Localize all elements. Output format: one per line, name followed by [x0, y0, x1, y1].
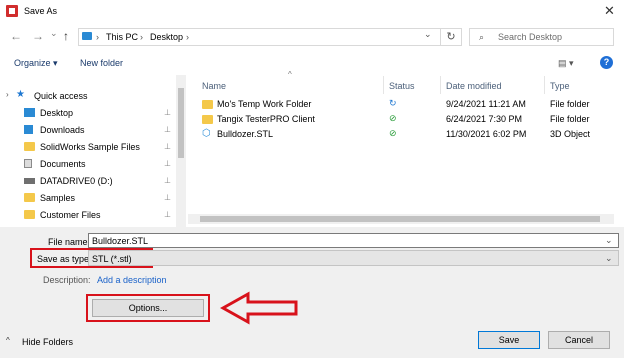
pin-icon: ⊥	[164, 159, 171, 168]
file-type: File folder	[550, 99, 590, 109]
save-as-type-value: STL (*.stl)	[92, 254, 132, 264]
sidebar-item-datadrive[interactable]: DATADRIVE0 (D:) ⊥	[14, 173, 176, 190]
folder-icon	[24, 210, 35, 219]
app-icon	[6, 5, 18, 17]
sync-icon: ↻	[389, 98, 397, 108]
pin-icon: ⊥	[164, 142, 171, 151]
up-arrow-icon[interactable]: ↑	[63, 29, 69, 43]
pin-icon: ⊥	[164, 193, 171, 202]
file-row[interactable]: Tangix TesterPRO Client ⊘ 6/24/2021 7:30…	[199, 112, 614, 127]
breadcrumb-this-pc[interactable]: This PC	[106, 32, 138, 42]
breadcrumb-separator-icon: ›	[96, 32, 99, 42]
breadcrumb-separator-icon: ›	[140, 32, 143, 42]
sidebar-item-quick-access[interactable]: › ★ Quick access	[4, 88, 166, 105]
available-icon: ⊘	[389, 113, 397, 123]
sidebar-item-label: Documents	[40, 159, 86, 169]
file-name-value: Bulldozer.STL	[92, 236, 149, 246]
column-header-name[interactable]: Name	[202, 81, 226, 91]
refresh-icon[interactable]: ↻	[440, 29, 461, 45]
column-divider[interactable]	[440, 76, 441, 94]
sidebar-item-label: Downloads	[40, 125, 85, 135]
window-title: Save As	[24, 6, 58, 16]
file-type: File folder	[550, 114, 590, 124]
change-view-icon[interactable]: ▤ ▾	[558, 58, 574, 69]
pin-icon: ⊥	[164, 176, 171, 185]
sidebar-item-label: Customer Files	[40, 210, 101, 220]
folder-icon	[24, 193, 35, 202]
recent-locations-chevron-icon[interactable]: ⌄	[50, 28, 58, 39]
forward-arrow-icon[interactable]: →	[32, 29, 44, 43]
search-placeholder: Search Desktop	[498, 32, 563, 42]
annotation-arrow-icon	[220, 291, 298, 325]
chevron-down-icon[interactable]: ⌄	[605, 253, 613, 264]
cancel-button[interactable]: Cancel	[548, 331, 610, 349]
file-type: 3D Object	[550, 129, 591, 139]
breadcrumb-separator-icon: ›	[186, 32, 189, 42]
sidebar-item-label: DATADRIVE0 (D:)	[40, 176, 113, 186]
sidebar-item-label: SolidWorks Sample Files	[40, 142, 140, 152]
star-icon: ★	[16, 89, 25, 100]
folder-icon	[202, 100, 213, 109]
breadcrumb-desktop[interactable]: Desktop	[150, 32, 183, 42]
file-row[interactable]: Mo's Temp Work Folder ↻ 9/24/2021 11:21 …	[199, 97, 614, 112]
pin-icon: ⊥	[164, 125, 171, 134]
hide-folders-button[interactable]: Hide Folders	[22, 337, 73, 347]
available-icon: ⊘	[389, 128, 397, 138]
options-button[interactable]: Options...	[92, 299, 204, 317]
address-dropdown-chevron-icon[interactable]: ⌄	[424, 29, 432, 40]
new-folder-button[interactable]: New folder	[80, 58, 123, 68]
3d-object-icon: ⬡	[202, 128, 211, 139]
sidebar-item-label: Desktop	[40, 108, 74, 118]
file-list-scrollbar-thumb[interactable]	[200, 216, 600, 222]
help-icon[interactable]: ?	[600, 56, 613, 69]
organize-button[interactable]: Organize ▾	[14, 58, 58, 69]
download-icon	[24, 125, 33, 134]
sidebar-item-solidworks-sample-files[interactable]: SolidWorks Sample Files ⊥	[14, 139, 176, 156]
file-name-field[interactable]: Bulldozer.STL ⌄	[88, 233, 619, 248]
add-description-link[interactable]: Add a description	[97, 275, 167, 285]
folder-icon	[202, 115, 213, 124]
file-name-label: File name:	[48, 237, 91, 247]
chevron-down-icon[interactable]: ⌄	[605, 235, 613, 246]
column-divider[interactable]	[544, 76, 545, 94]
pin-icon: ⊥	[164, 108, 171, 117]
navigation-scrollbar-thumb[interactable]	[178, 88, 184, 158]
file-name: Mo's Temp Work Folder	[217, 99, 312, 109]
expand-chevron-icon[interactable]: ›	[6, 90, 9, 99]
save-as-type-select[interactable]: STL (*.stl) ⌄	[88, 250, 619, 266]
file-date-modified: 11/30/2021 6:02 PM	[446, 129, 527, 139]
desktop-icon	[24, 108, 35, 117]
column-divider[interactable]	[383, 76, 384, 94]
back-arrow-icon[interactable]: ←	[10, 29, 22, 43]
column-header-type[interactable]: Type	[550, 81, 570, 91]
column-header-status[interactable]: Status	[389, 81, 415, 91]
pin-icon: ⊥	[164, 210, 171, 219]
sidebar-item-customer-files[interactable]: Customer Files ⊥	[14, 207, 176, 224]
file-date-modified: 6/24/2021 7:30 PM	[446, 114, 523, 124]
folder-icon	[24, 142, 35, 151]
sidebar-item-desktop[interactable]: Desktop ⊥	[14, 105, 176, 122]
this-pc-icon	[82, 32, 92, 40]
sidebar-item-samples[interactable]: Samples ⊥	[14, 190, 176, 207]
sidebar-item-documents[interactable]: Documents ⊥	[14, 156, 176, 173]
title-bar	[0, 0, 624, 22]
column-header-date-modified[interactable]: Date modified	[446, 81, 502, 91]
sidebar-item-label: Samples	[40, 193, 76, 203]
drive-icon	[24, 178, 35, 184]
sidebar-item-downloads[interactable]: Downloads ⊥	[14, 122, 176, 139]
description-label: Description:	[43, 275, 91, 285]
sidebar-item-label: Quick access	[34, 91, 88, 101]
close-icon[interactable]: ✕	[604, 3, 615, 19]
documents-icon	[24, 159, 32, 168]
search-icon: ⌕	[479, 32, 485, 42]
save-button[interactable]: Save	[478, 331, 540, 349]
sort-ascending-icon: ^	[288, 70, 292, 79]
file-row[interactable]: ⬡ Bulldozer.STL ⊘ 11/30/2021 6:02 PM 3D …	[199, 127, 614, 142]
file-name: Tangix TesterPRO Client	[217, 114, 315, 124]
file-date-modified: 9/24/2021 11:21 AM	[446, 99, 526, 109]
hide-folders-chevron-icon[interactable]: ^	[6, 336, 10, 345]
save-as-type-label: Save as type:	[37, 254, 92, 264]
file-name: Bulldozer.STL	[217, 129, 274, 139]
